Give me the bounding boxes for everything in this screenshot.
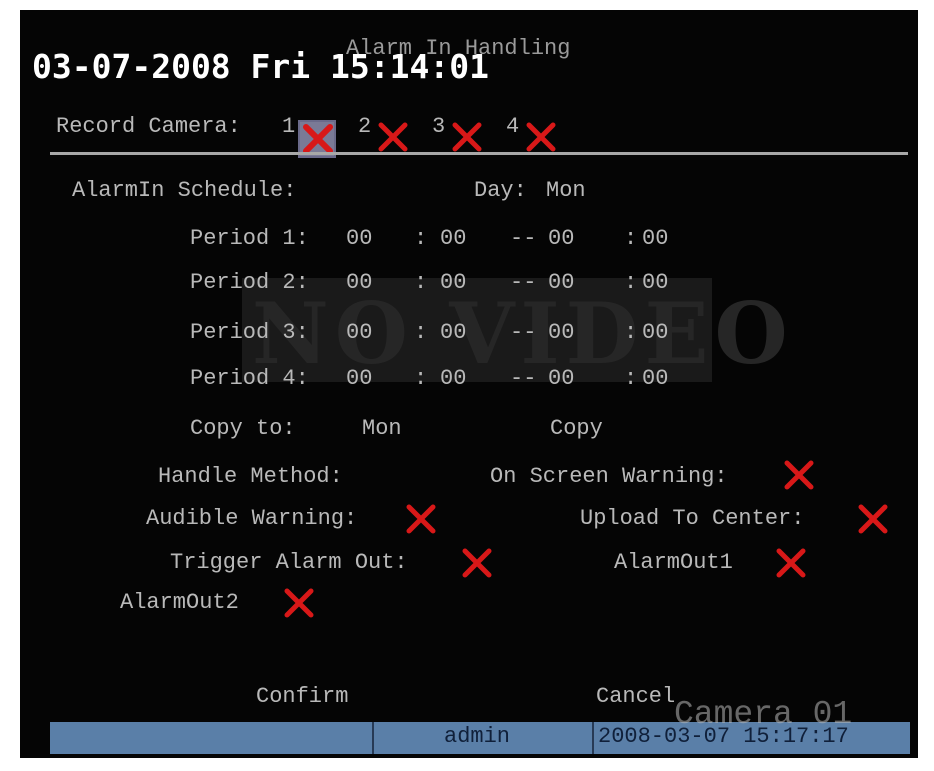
alarm-out1-label: AlarmOut1 [614, 550, 733, 575]
camera-3-label: 3 [432, 114, 446, 139]
end-minute-field[interactable]: 00 [642, 228, 668, 250]
camera-4-label: 4 [506, 114, 520, 139]
period-label: Period 4: [190, 366, 309, 391]
camera-3-checkbox[interactable] [450, 120, 484, 154]
on-screen-warning-label: On Screen Warning: [490, 464, 728, 489]
camera-1-label: 1 [282, 114, 296, 139]
copy-button[interactable]: Copy [550, 418, 603, 440]
time-separator: : [624, 270, 638, 295]
audible-warning-checkbox[interactable] [404, 502, 438, 536]
start-hour-field[interactable]: 00 [346, 228, 372, 250]
confirm-button[interactable]: Confirm [256, 686, 348, 708]
camera-2-label: 2 [358, 114, 372, 139]
range-dash: -- [510, 270, 537, 295]
status-segment-empty [50, 722, 374, 754]
start-hour-field[interactable]: 00 [346, 272, 372, 294]
upload-to-center-checkbox[interactable] [856, 502, 890, 536]
copy-to-select[interactable]: Mon [362, 418, 402, 440]
time-separator: : [624, 366, 638, 391]
end-hour-field[interactable]: 00 [548, 368, 574, 390]
period-label: Period 2: [190, 270, 309, 295]
upload-to-center-label: Upload To Center: [580, 506, 805, 531]
time-separator: : [414, 270, 428, 295]
end-minute-field[interactable]: 00 [642, 272, 668, 294]
range-dash: -- [510, 320, 537, 345]
end-hour-field[interactable]: 00 [548, 322, 574, 344]
start-minute-field[interactable]: 00 [440, 368, 466, 390]
trigger-alarm-out-label: Trigger Alarm Out: [170, 550, 408, 575]
status-user: admin [444, 724, 511, 749]
on-screen-warning-checkbox[interactable] [782, 458, 816, 492]
header-divider [50, 152, 908, 155]
status-segment-user: admin [374, 722, 594, 754]
cancel-button[interactable]: Cancel [596, 686, 675, 708]
camera-2-checkbox[interactable] [376, 120, 410, 154]
day-select[interactable]: Mon [546, 180, 586, 202]
start-minute-field[interactable]: 00 [440, 228, 466, 250]
start-hour-field[interactable]: 00 [346, 322, 372, 344]
alarm-out2-checkbox[interactable] [282, 586, 316, 620]
alarm-out1-checkbox[interactable] [774, 546, 808, 580]
audible-warning-label: Audible Warning: [146, 506, 358, 531]
range-dash: -- [510, 366, 537, 391]
start-minute-field[interactable]: 00 [440, 322, 466, 344]
camera-4-checkbox[interactable] [524, 120, 558, 154]
period-label: Period 1: [190, 226, 309, 251]
datetime-overlay: 03-07-2008 Fri 15:14:01 [32, 47, 489, 86]
time-separator: : [414, 366, 428, 391]
end-minute-field[interactable]: 00 [642, 368, 668, 390]
end-hour-field[interactable]: 00 [548, 228, 574, 250]
record-camera-label: Record Camera: [56, 114, 241, 139]
time-separator: : [414, 320, 428, 345]
dvr-screen: NO VIDEO Alarm In Handling 03-07-2008 Fr… [20, 10, 918, 758]
trigger-alarm-out-checkbox[interactable] [460, 546, 494, 580]
alarm-out2-label: AlarmOut2 [120, 590, 239, 615]
camera-1-x-icon [301, 122, 335, 156]
day-label: Day: [474, 178, 527, 203]
time-separator: : [624, 226, 638, 251]
period-label: Period 3: [190, 320, 309, 345]
camera-name-overlay: Camera 01 [674, 696, 853, 733]
range-dash: -- [510, 226, 537, 251]
start-hour-field[interactable]: 00 [346, 368, 372, 390]
alarmin-schedule-label: AlarmIn Schedule: [72, 178, 297, 203]
handle-method-label: Handle Method: [158, 464, 343, 489]
start-minute-field[interactable]: 00 [440, 272, 466, 294]
time-separator: : [624, 320, 638, 345]
copy-to-label: Copy to: [190, 416, 296, 441]
time-separator: : [414, 226, 428, 251]
end-hour-field[interactable]: 00 [548, 272, 574, 294]
end-minute-field[interactable]: 00 [642, 322, 668, 344]
